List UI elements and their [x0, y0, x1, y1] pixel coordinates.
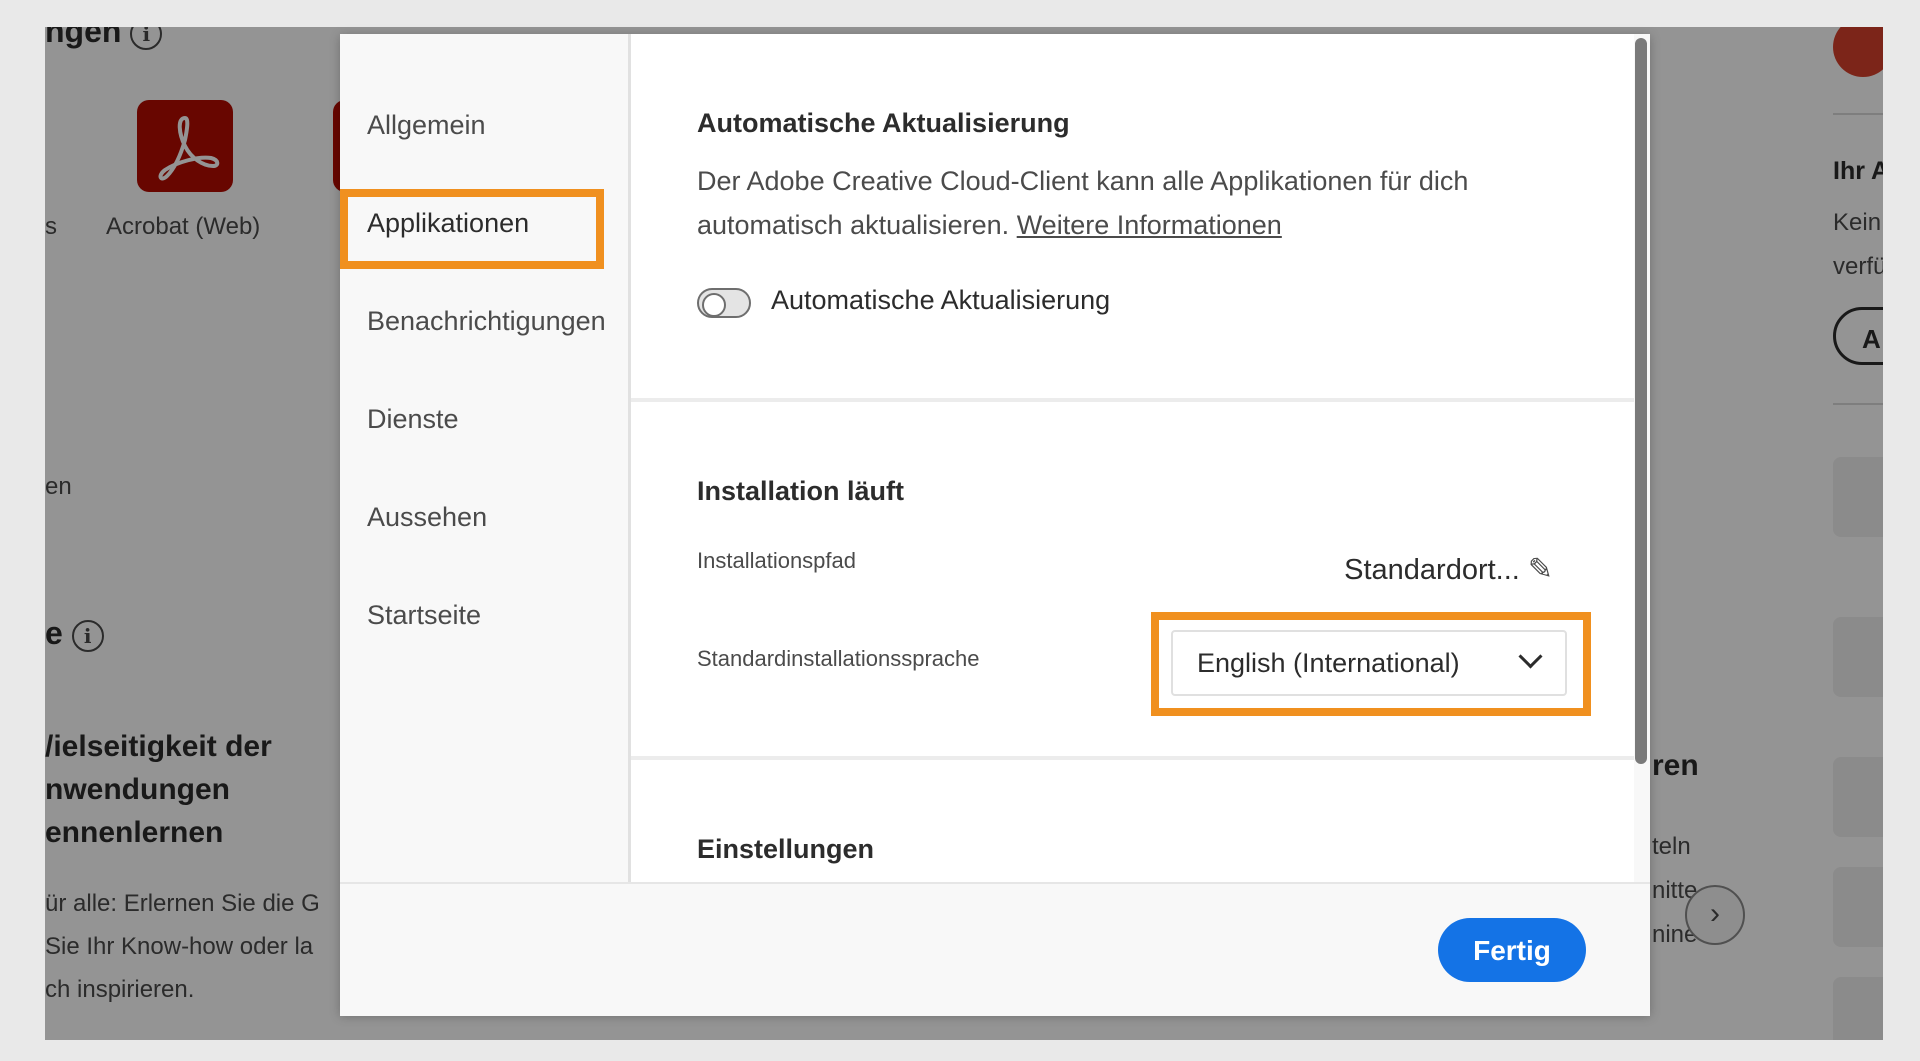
install-language-label: Standardinstallationssprache: [697, 646, 980, 671]
sidebar-item-allgemein[interactable]: Allgemein: [367, 110, 486, 141]
section-divider: [631, 398, 1635, 402]
section-divider: [631, 756, 1635, 760]
install-title: Installation läuft: [697, 476, 905, 506]
install-path-value[interactable]: Standardort... ✎: [1344, 552, 1553, 587]
more-info-link[interactable]: Weitere Informationen: [1017, 210, 1282, 240]
sidebar-item-benachrichtigungen[interactable]: Benachrichtigungen: [367, 306, 606, 337]
sidebar-item-applikationen[interactable]: Applikationen: [367, 208, 529, 239]
sidebar-item-aussehen[interactable]: Aussehen: [367, 502, 487, 533]
auto-update-description: Der Adobe Creative Cloud-Client kann all…: [697, 166, 1469, 240]
preferences-sidebar: Allgemein Applikationen Benachrichtigung…: [340, 34, 628, 882]
install-path-label: Installationspfad: [697, 548, 856, 573]
chevron-down-icon: [1518, 644, 1543, 669]
settings-title: Einstellungen: [697, 834, 875, 864]
done-button[interactable]: Fertig: [1438, 918, 1586, 982]
pencil-icon[interactable]: ✎: [1528, 552, 1553, 587]
auto-update-toggle[interactable]: [697, 288, 751, 318]
install-language-dropdown[interactable]: English (International): [1171, 630, 1567, 696]
toggle-knob: [702, 293, 726, 317]
install-language-value: English (International): [1197, 648, 1460, 678]
sidebar-item-startseite[interactable]: Startseite: [367, 600, 481, 631]
auto-update-title: Automatische Aktualisierung: [697, 108, 1070, 138]
auto-update-toggle-label: Automatische Aktualisierung: [771, 285, 1111, 315]
sidebar-item-dienste[interactable]: Dienste: [367, 404, 459, 435]
preferences-content: Automatische Aktualisierung Der Adobe Cr…: [628, 34, 1635, 882]
scrollbar-thumb[interactable]: [1635, 38, 1647, 764]
preferences-dialog: Allgemein Applikationen Benachrichtigung…: [340, 34, 1650, 1016]
dialog-footer: Fertig: [340, 882, 1650, 1016]
